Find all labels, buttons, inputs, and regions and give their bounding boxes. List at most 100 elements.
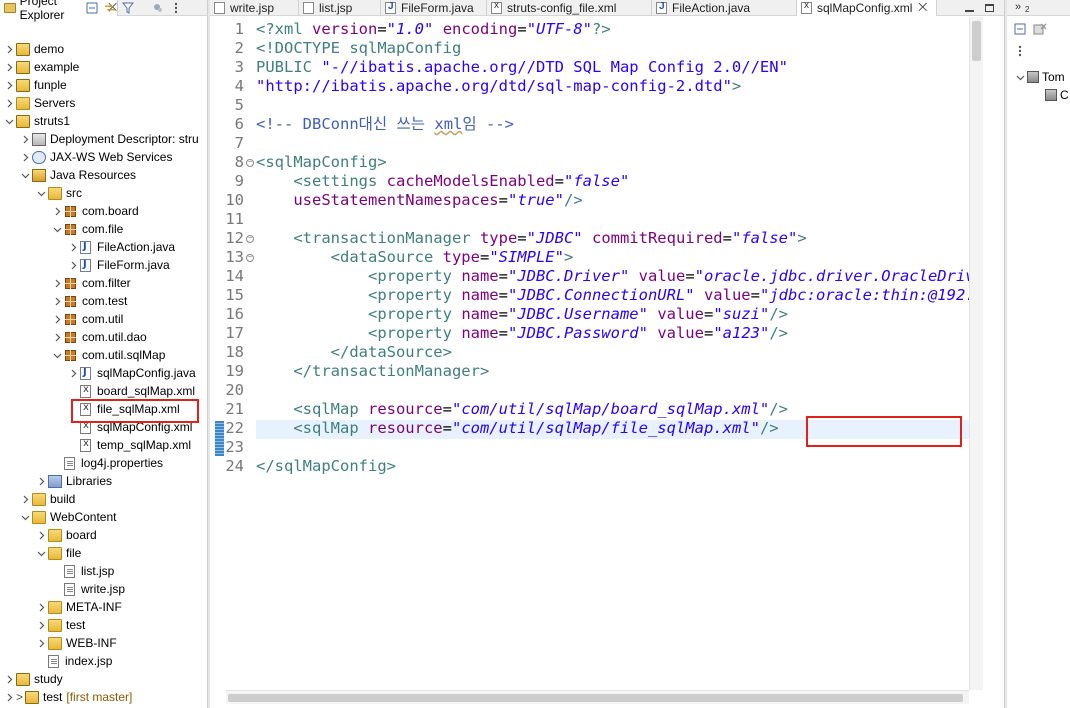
tree-item[interactable]: FileAction.java [68,238,175,256]
tree-item[interactable]: index.jsp [36,652,112,670]
filter-icon[interactable] [122,2,134,14]
chevron-right-icon[interactable] [20,490,30,508]
tree-item[interactable]: > test [first master] [4,688,132,706]
chevron-down-icon[interactable] [1015,68,1025,86]
tree-item[interactable]: com.util [52,310,123,328]
tree-item[interactable]: com.board [52,202,139,220]
tree-item[interactable]: META-INF [36,598,122,616]
server-item[interactable]: C [1045,86,1069,104]
tree-item[interactable]: com.filter [52,274,131,292]
code-area[interactable]: <?xml version="1.0" encoding="UTF-8"?> <!… [256,20,969,700]
tree-item[interactable]: board [36,526,97,544]
minimize-icon[interactable] [962,0,976,16]
horizontal-scroll-thumb[interactable] [228,694,963,702]
tree-item[interactable]: com.test [52,292,127,310]
fold-collapse-icon[interactable]: − [246,235,254,243]
tree-item[interactable]: build [20,490,75,508]
chevron-right-icon[interactable] [36,634,46,652]
editor-tab-fileaction-java[interactable]: FileAction.java [652,0,797,16]
chevron-down-icon[interactable] [36,184,46,202]
tree-item[interactable]: WebContent [20,508,117,526]
vertical-scroll-thumb[interactable] [972,21,981,61]
chevron-right-icon[interactable] [52,274,62,292]
server-item[interactable]: Tom [1015,68,1065,86]
tree-item[interactable]: Java Resources [20,166,136,184]
tree-item[interactable]: com.file [52,220,123,238]
tree-item[interactable]: Servers [4,94,75,112]
chevron-right-icon[interactable] [36,526,46,544]
chevron-right-icon[interactable] [4,94,14,112]
tree-item[interactable]: com.util.dao [52,328,147,346]
tree-item[interactable]: board_sqlMap.xml [68,382,195,400]
chevron-right-icon[interactable] [4,40,14,58]
chevron-right-icon[interactable] [4,688,14,706]
chevron-down-icon[interactable] [36,544,46,562]
editor-tab-struts-config-file-xml[interactable]: struts-config_file.xml [487,0,652,16]
horizontal-scrollbar[interactable] [226,690,969,704]
view-menu-icon[interactable] [1013,44,1027,58]
tree-item[interactable]: file [36,544,81,562]
tree-item[interactable]: com.util.sqlMap [52,346,165,364]
chevron-right-icon[interactable] [52,310,62,328]
chevron-right-icon[interactable] [20,148,30,166]
editor-tab-fileform-java[interactable]: FileForm.java [381,0,487,16]
code-token: = [703,305,714,323]
editor-tab-list-jsp[interactable]: list.jsp [299,0,381,16]
chevron-right-icon[interactable] [52,292,62,310]
link-with-editor-icon[interactable] [104,2,116,14]
tree-item[interactable]: Libraries [36,472,112,490]
tree-item[interactable]: Deployment Descriptor: stru [20,130,199,148]
code-token: "JDBC.Driver" [507,267,630,285]
tree-item[interactable]: example [4,58,79,76]
tree-item[interactable]: log4j.properties [52,454,163,472]
remove-icon[interactable] [1033,22,1047,36]
tree-item[interactable]: demo [4,40,64,58]
tree-item[interactable]: src [36,184,82,202]
collapse-all-icon[interactable] [86,2,98,14]
chevron-right-icon[interactable] [20,130,30,148]
close-icon[interactable]: ⨉ [918,2,927,15]
chevron-down-icon[interactable] [52,220,62,238]
tree-item[interactable]: WEB-INF [36,634,117,652]
focus-icon[interactable] [152,2,164,14]
code-token: = [377,20,387,38]
view-menu-icon[interactable] [170,2,182,14]
chevron-right-icon[interactable] [36,598,46,616]
tree-item[interactable]: funple [4,76,67,94]
editor-tab-write-jsp[interactable]: write.jsp [210,0,299,16]
chevron-right-icon[interactable] [52,202,62,220]
chevron-right-icon[interactable] [68,256,78,274]
line-number: 17 [225,324,244,342]
tree-item[interactable]: write.jsp [52,580,125,598]
chevron-right-icon[interactable] [68,364,78,382]
maximize-icon[interactable] [982,0,996,16]
tree-item[interactable]: test [36,616,85,634]
more-views-chevron-icon[interactable]: » [1015,1,1021,13]
chevron-right-icon[interactable] [4,76,14,94]
chevron-down-icon[interactable] [20,508,30,526]
chevron-down-icon[interactable] [52,346,62,364]
chevron-right-icon[interactable] [4,670,14,688]
package-icon [65,313,76,325]
collapse-all-icon[interactable] [1013,22,1027,36]
tree-item[interactable]: struts1 [4,112,70,130]
chevron-right-icon[interactable] [4,58,14,76]
chevron-right-icon[interactable] [36,472,46,490]
chevron-down-icon[interactable] [20,166,30,184]
chevron-right-icon[interactable] [52,328,62,346]
fold-collapse-icon[interactable]: − [246,254,254,262]
tree-item[interactable]: temp_sqlMap.xml [68,436,191,454]
tree-item[interactable]: JAX-WS Web Services [20,148,172,166]
tree-item[interactable]: study [4,670,63,688]
code-line: <!DOCTYPE sqlMapConfig [256,39,969,58]
tree-item[interactable]: FileForm.java [68,256,170,274]
fold-collapse-icon[interactable]: − [246,159,254,167]
tree-item[interactable]: sqlMapConfig.java [68,364,196,382]
tree-item[interactable]: list.jsp [52,562,114,580]
vertical-scrollbar[interactable] [969,17,983,690]
chevron-down-icon[interactable] [4,112,14,130]
chevron-right-icon[interactable] [68,238,78,256]
chevron-right-icon[interactable] [36,616,46,634]
editor-tab-sqlmapconfig-xml[interactable]: sqlMapConfig.xml ⨉ [797,0,937,16]
